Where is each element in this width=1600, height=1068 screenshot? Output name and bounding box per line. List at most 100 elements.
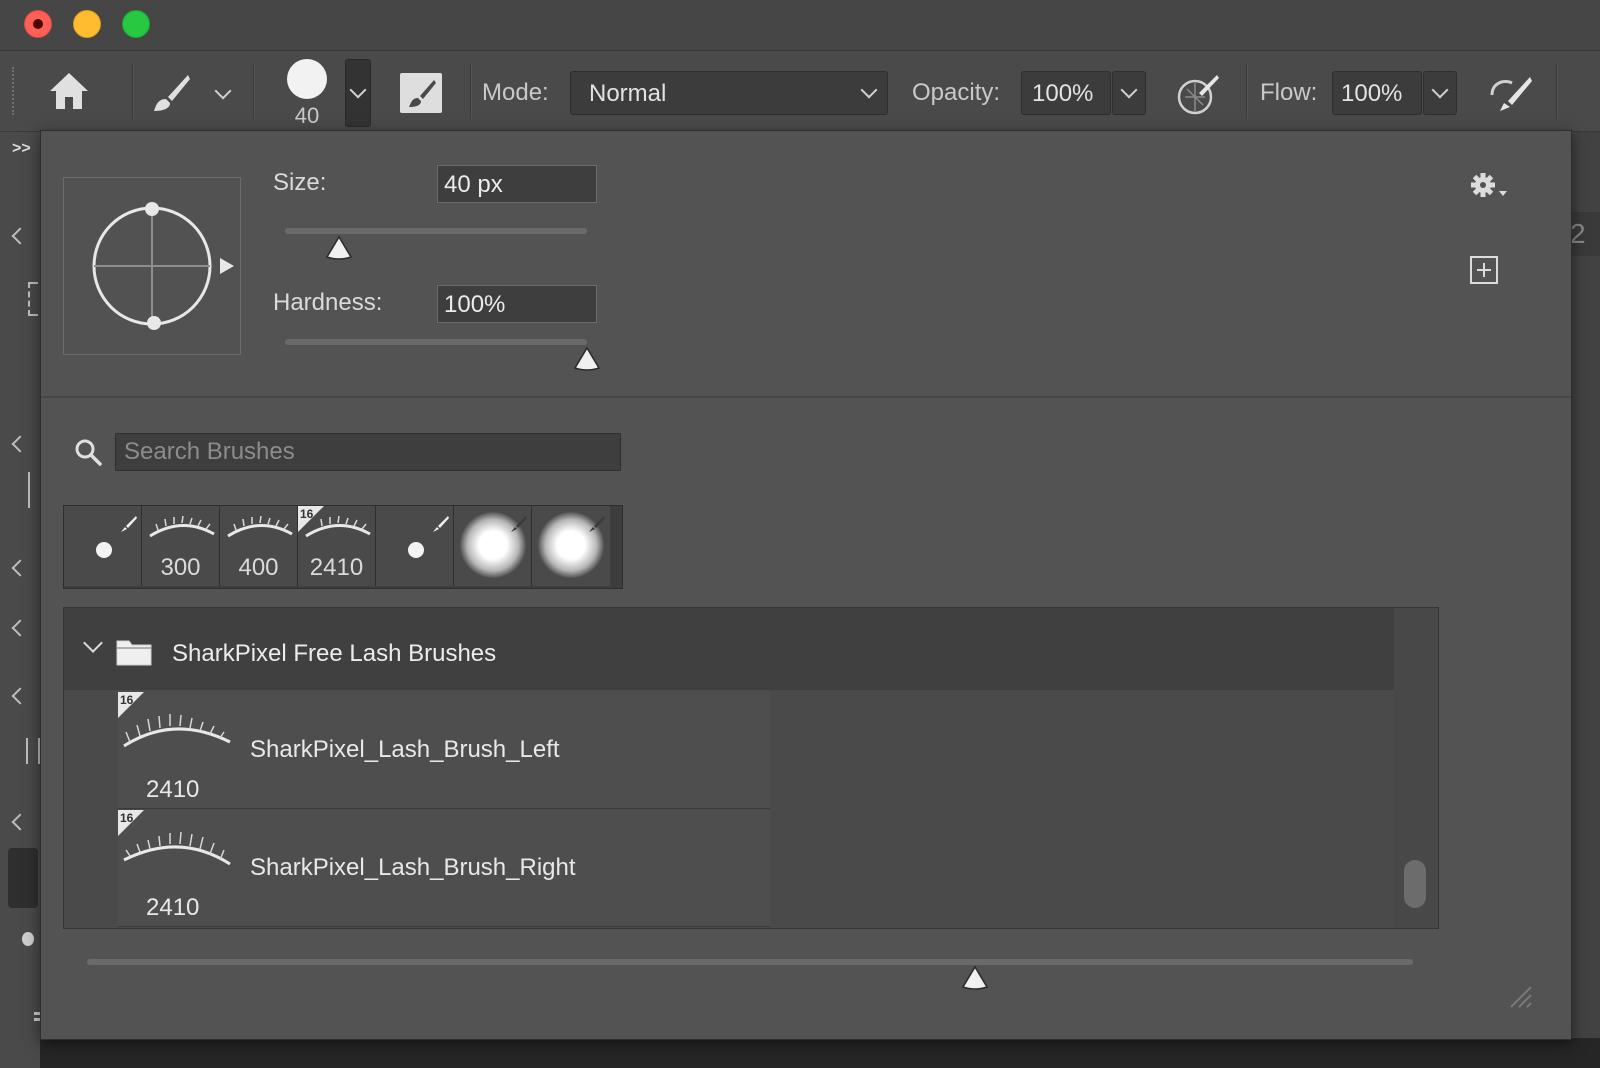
lash-right-stroke-icon [123,831,231,866]
recent-brush-soft-round-2[interactable] [532,506,610,586]
canvas-area [40,1038,1600,1068]
brush-settings-panel-button[interactable] [400,73,442,113]
tool-healing-icon[interactable] [11,559,29,577]
minimize-window-button[interactable] [73,10,101,38]
brush-tip-preview-icon[interactable] [287,59,327,99]
mode-value: Normal [589,80,667,107]
brush-group-row[interactable]: SharkPixel Free Lash Brushes [64,608,1394,690]
divider [41,396,1571,398]
tool-ruler-icon[interactable] [28,472,30,508]
recent-brush-lash-400[interactable]: 400 [220,506,298,586]
badge-text: 16 [120,811,134,825]
recent-brush-size: 2410 [309,554,364,581]
tool-stamp-icon[interactable] [11,687,29,705]
brush-size: 2410 [146,894,200,921]
expand-group-chevron-icon[interactable] [83,633,103,653]
recent-brush-size: 400 [238,554,279,581]
tool-blur-drop-icon[interactable] [22,932,34,946]
tool-marquee-icon[interactable] [28,282,38,316]
chevron-down-icon [1431,81,1449,99]
opacity-input[interactable]: 100% [1021,71,1111,115]
options-bar: 40 Mode: Normal Opacity: 100% Flow: 100% [0,51,1600,132]
hardness-slider-thumb[interactable] [572,346,602,372]
recent-brush-hard-round[interactable] [64,506,142,586]
pressure-opacity-icon[interactable] [1175,71,1221,115]
hardness-value: 100% [444,291,506,318]
list-scrollbar[interactable] [1394,608,1436,928]
tool-brush-active-button[interactable] [8,848,38,908]
preview-size-slider[interactable] [87,959,1413,965]
brush-mini-icon [433,516,449,532]
badge-text: 16 [120,693,134,707]
brush-name: SharkPixel_Lash_Brush_Right [250,854,576,881]
chevron-down-icon [1120,81,1138,99]
flow-value: 100% [1341,80,1403,107]
tool-move-icon[interactable] [11,227,29,245]
brush-preset-item[interactable]: 16 SharkPixel_Lash_Brush_Right 2410 [118,810,770,927]
preview-size-slider-thumb[interactable] [960,965,990,991]
expand-toolbar-button[interactable]: >> [12,140,31,158]
close-window-button[interactable] [24,10,52,38]
brush-tool-icon[interactable] [150,71,194,115]
brush-picker-toggle-button[interactable] [345,59,371,127]
size-slider[interactable] [285,228,587,234]
zoom-window-button[interactable] [122,10,150,38]
title-bar [0,0,1600,51]
hardness-slider[interactable] [285,339,587,345]
search-brushes-input[interactable] [115,433,621,471]
brush-tip-shape-preview[interactable] [63,177,241,355]
hard-round-tip-icon [408,542,424,558]
brush-group-name: SharkPixel Free Lash Brushes [172,640,497,667]
brush-angle-roundness-icon[interactable] [64,178,240,354]
panel-partial-text: 2 [1570,218,1586,249]
list-scrollbar-thumb[interactable] [1404,860,1426,908]
tool-preset-chevron-down-icon[interactable] [214,82,232,100]
brush-preset-picker: Size: 40 px Hardness: 100% Search Brushe… [40,130,1572,1040]
brush-preset-item[interactable]: 16 SharkPixel_Lash_Brush_Left 2410 [118,692,770,809]
home-icon[interactable] [48,71,90,111]
airbrush-icon[interactable] [1486,73,1534,113]
close-dot-icon [33,19,43,29]
brush-size: 2410 [146,776,200,803]
brush-mini-icon [511,516,527,532]
recent-brushes-strip: 300 400 16 2410 [63,505,623,589]
brush-name: SharkPixel_Lash_Brush_Left [250,736,560,763]
tool-crop-icon[interactable] [11,435,29,453]
lash-stroke-icon [227,515,293,538]
separator [253,63,255,119]
lash-stroke-icon [305,515,371,538]
recent-brush-lash-300[interactable]: 300 [142,506,220,586]
resize-grip-icon[interactable] [1507,983,1533,1009]
opacity-slider-button[interactable] [1112,71,1146,115]
separator [1246,63,1248,119]
separator [1556,63,1558,119]
lash-left-stroke-icon [123,714,231,748]
tool-lasso-icon[interactable] [11,619,29,637]
flow-label: Flow: [1260,79,1318,106]
grip-handle[interactable] [12,67,20,115]
tool-gradient-icon[interactable] [26,738,40,764]
left-toolbar: >> [0,132,64,1068]
size-label: Size: [273,169,327,196]
brush-mini-icon [589,516,605,532]
lash-stroke-icon [149,515,215,538]
chevron-down-icon [860,81,878,99]
tool-eraser-icon[interactable] [11,813,29,831]
hardness-label: Hardness: [273,289,383,316]
gear-icon[interactable] [1469,169,1513,201]
size-value: 40 px [444,171,503,198]
flow-input[interactable]: 100% [1332,71,1422,115]
separator [132,63,134,119]
recent-brush-soft-round[interactable] [454,506,532,586]
new-brush-preset-icon[interactable] [1469,255,1499,285]
chevron-down-icon [349,81,367,99]
mode-label: Mode: [482,79,549,106]
size-slider-thumb[interactable] [324,235,354,261]
brush-size-readout: 40 [294,103,320,128]
flow-slider-button[interactable] [1423,71,1457,115]
mode-dropdown[interactable]: Normal [570,71,888,115]
recent-brush-hard-round-2[interactable] [376,506,454,586]
size-input[interactable]: 40 px [437,165,597,203]
hardness-input[interactable]: 100% [437,285,597,323]
recent-brush-lash-2410[interactable]: 16 2410 [298,506,376,586]
